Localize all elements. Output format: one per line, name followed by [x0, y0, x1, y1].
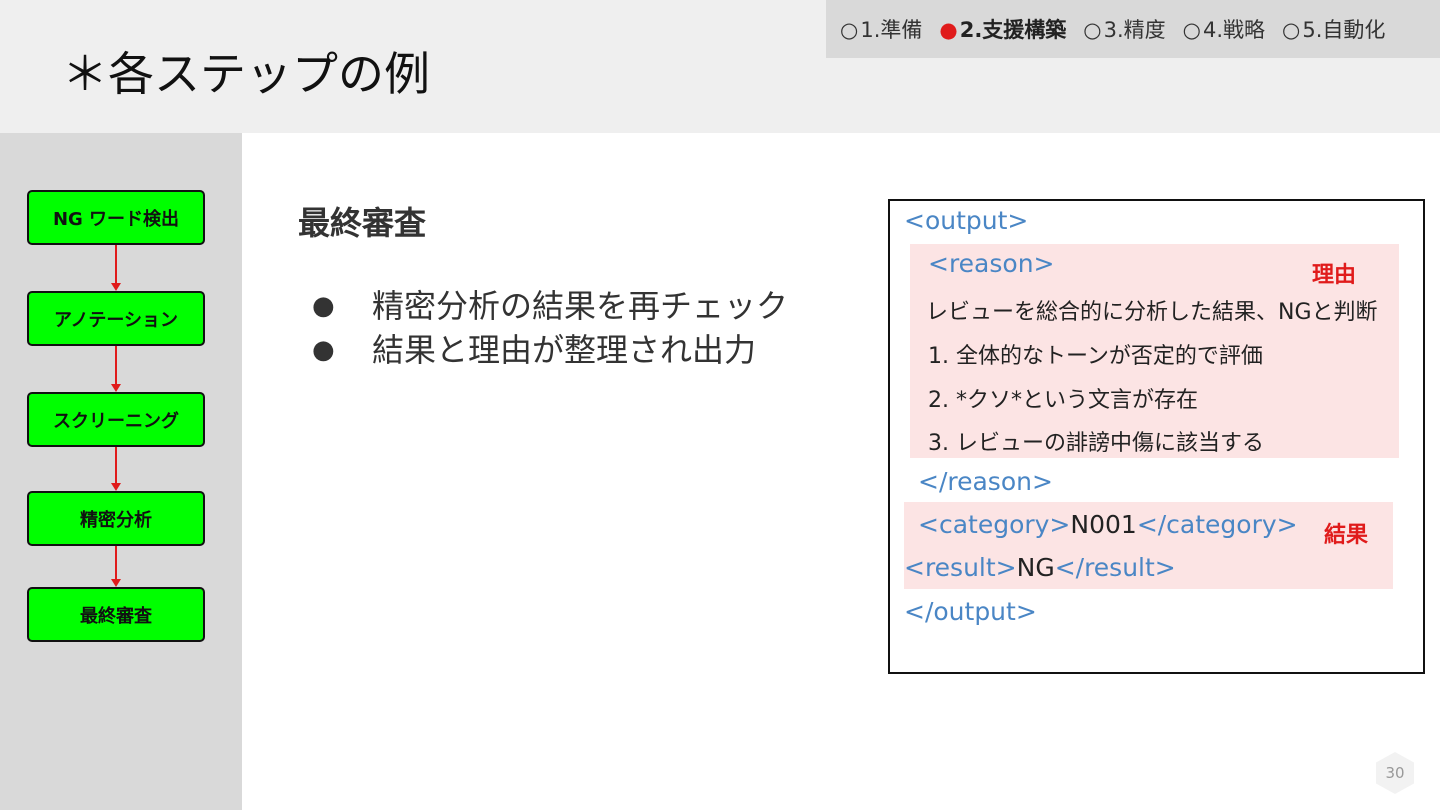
bullet-icon: ●: [312, 291, 335, 321]
step-marker-icon: ○: [840, 18, 859, 42]
bullet-list: ● 精密分析の結果を再チェック ● 結果と理由が整理され出力: [312, 284, 788, 372]
flow-arrow-icon: [111, 546, 121, 587]
flow-arrow-icon: [111, 346, 121, 392]
section-title: 最終審査: [298, 204, 427, 242]
page-number: 30: [1376, 752, 1414, 794]
reason-line-1: 1. 全体的なトーンが否定的で評価: [928, 344, 1263, 369]
reason-summary: レビューを総合的に分析した結果、NGと判断: [926, 300, 1378, 325]
bullet-text: 精密分析の結果を再チェック: [372, 287, 789, 325]
category-line: <category>N001</category>: [918, 510, 1298, 539]
step-item-5: ○5.自動化: [1282, 14, 1385, 44]
flow-step-screening: スクリーニング: [27, 392, 205, 447]
step-marker-icon: ○: [1282, 18, 1301, 42]
page-title: ＊各ステップの例: [62, 47, 430, 101]
step-item-2: ●2.支援構築: [939, 14, 1066, 44]
bullet-icon: ●: [312, 335, 335, 365]
flow-step-annotation: アノテーション: [27, 291, 205, 346]
flow-arrow-icon: [111, 447, 121, 491]
step-label: 5.自動化: [1302, 18, 1386, 42]
result-label: 結果: [1324, 523, 1369, 548]
step-label: 1.準備: [860, 18, 923, 42]
output-open-tag: <output>: [904, 206, 1029, 235]
step-marker-icon: ○: [1083, 18, 1102, 42]
step-marker-icon: ○: [1182, 18, 1201, 42]
bullet-text: 結果と理由が整理され出力: [372, 331, 757, 369]
result-line: <result>NG</result>: [904, 553, 1176, 582]
step-label: 4.戦略: [1203, 18, 1266, 42]
step-item-4: ○4.戦略: [1183, 14, 1265, 44]
step-marker-icon: ●: [939, 18, 958, 42]
flow-arrow-icon: [111, 245, 121, 291]
reason-label: 理由: [1312, 263, 1357, 288]
reason-line-3: 3. レビューの誹謗中傷に該当する: [928, 431, 1264, 456]
flow-sidebar: NG ワード検出 アノテーション スクリーニング 精密分析 最終審査: [0, 133, 242, 810]
bullet-item: ● 結果と理由が整理され出力: [312, 328, 788, 372]
category-value: N001: [1070, 510, 1137, 539]
step-item-1: ○1.準備: [840, 14, 922, 44]
reason-open-tag: <reason>: [928, 249, 1055, 278]
step-progress-nav: ○1.準備 ●2.支援構築 ○3.精度 ○4.戦略 ○5.自動化: [826, 0, 1440, 58]
slide-header: ＊各ステップの例 ○1.準備 ●2.支援構築 ○3.精度 ○4.戦略 ○5.自動…: [0, 0, 1440, 133]
output-close-tag: </output>: [904, 597, 1037, 626]
reason-close-tag: </reason>: [918, 467, 1053, 496]
step-label: 2.支援構築: [959, 18, 1067, 42]
flow-step-precise-analysis: 精密分析: [27, 491, 205, 546]
result-value: NG: [1016, 553, 1055, 582]
code-example-box: <output> <reason> 理由 レビューを総合的に分析した結果、NGと…: [888, 199, 1425, 674]
flow-step-ng-word: NG ワード検出: [27, 190, 205, 245]
reason-line-2: 2. *クソ*という文言が存在: [928, 388, 1198, 413]
step-item-3: ○3.精度: [1083, 14, 1165, 44]
step-label: 3.精度: [1103, 18, 1166, 42]
flow-step-final-review: 最終審査: [27, 587, 205, 642]
bullet-item: ● 精密分析の結果を再チェック: [312, 284, 788, 328]
